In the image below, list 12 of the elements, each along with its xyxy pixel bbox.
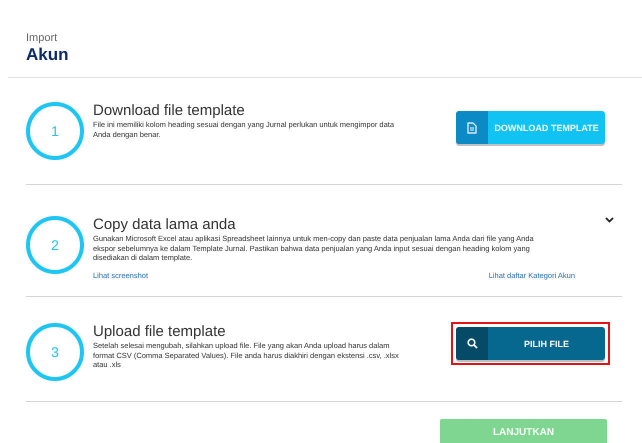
page-title: Akun [26,45,70,65]
step-title: Download file template [93,102,246,119]
search-icon [466,338,478,349]
step-number: 1 [26,102,84,160]
step-number: 3 [26,323,84,381]
action-button[interactable]: PILIH FILE [456,327,605,360]
document-icon [467,122,477,134]
step-title: Upload file template [93,323,227,340]
step-number: 2 [26,216,84,274]
page-overline: Import [26,32,58,45]
chevron-icon[interactable] [605,217,614,223]
step-title: Copy data lama anda [93,216,237,233]
